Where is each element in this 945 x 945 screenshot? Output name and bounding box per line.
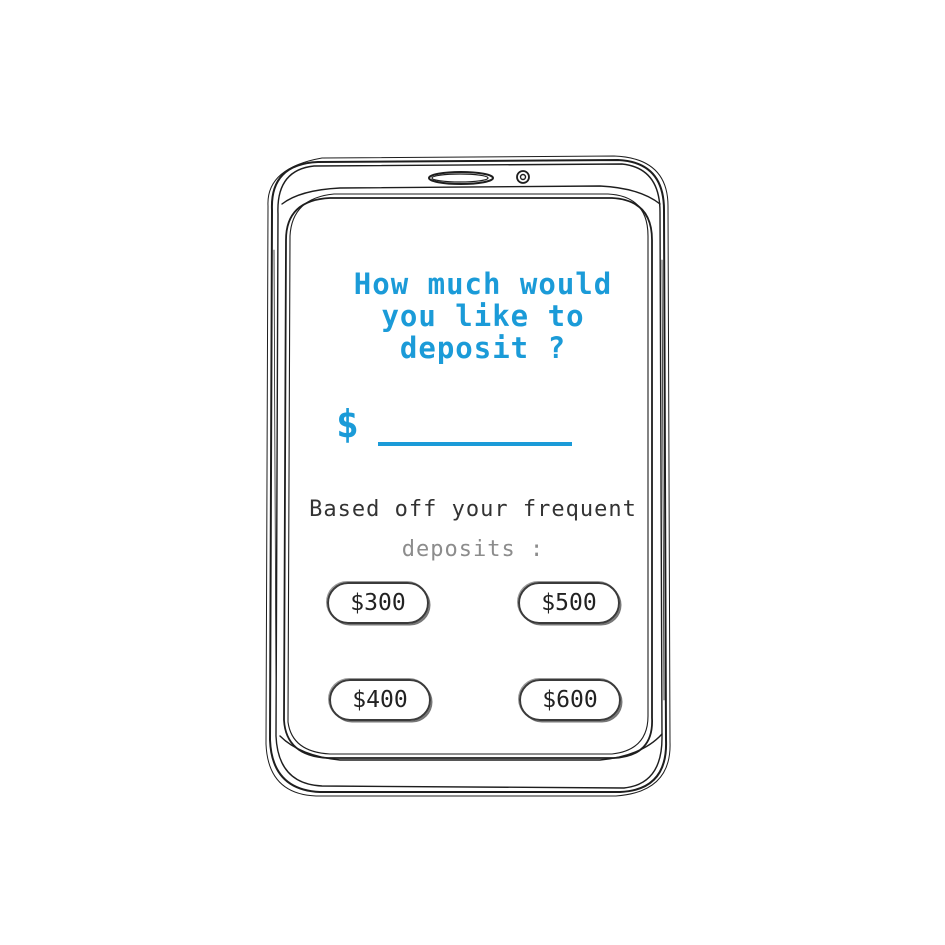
amount-input[interactable] (378, 404, 572, 446)
suggestion-hint: Based off your frequent deposits : (300, 490, 646, 570)
sketch-canvas: How much would you like to deposit ? $ B… (0, 0, 945, 945)
currency-symbol: $ (336, 402, 359, 446)
amount-chip-600[interactable]: $600 (519, 679, 621, 721)
phone-frame (265, 155, 671, 797)
amount-chip-500[interactable]: $500 (518, 582, 620, 624)
hint-line-2: deposits : (401, 537, 545, 562)
amount-chip-300[interactable]: $300 (327, 582, 429, 624)
hint-line-1: Based off your frequent (309, 497, 637, 522)
amount-chip-400[interactable]: $400 (329, 679, 431, 721)
deposit-question: How much would you like to deposit ? (353, 267, 613, 365)
